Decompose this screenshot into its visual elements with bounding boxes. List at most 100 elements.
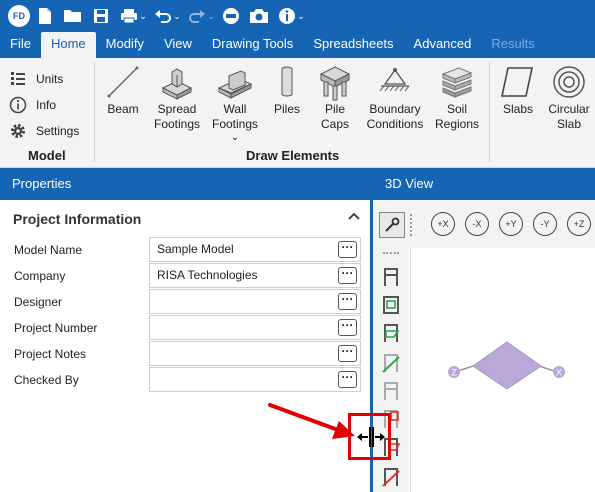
x-axis-label: X <box>556 368 562 378</box>
tab-file[interactable]: File <box>0 32 41 58</box>
annotation-highlight-box <box>348 413 391 460</box>
units-label: Units <box>36 72 64 86</box>
settings-button[interactable]: Settings <box>8 118 79 144</box>
toolbar-grip[interactable] <box>383 252 399 254</box>
spread-footings-label-1: Spread <box>157 102 197 116</box>
circular-slab-label-2: Slab <box>556 117 582 131</box>
quick-access-toolbar: FD ⌄ ⌄ ⌄ ⌄ <box>0 0 595 32</box>
tab-spreadsheets[interactable]: Spreadsheets <box>303 32 403 58</box>
property-row-model-name: Model Name Sample Model ··· <box>0 237 370 263</box>
tab-view[interactable]: View <box>154 32 202 58</box>
rotate-minus-y-button[interactable]: -Y <box>533 212 557 236</box>
checked-by-field[interactable] <box>149 367 361 392</box>
print-dropdown-icon[interactable]: ⌄ <box>138 11 148 22</box>
pile-cap-icon <box>315 62 355 102</box>
ribbon-separator <box>94 62 95 162</box>
red-diagonal-icon[interactable] <box>381 466 401 488</box>
properties-header: Properties <box>0 168 370 200</box>
chevron-up-icon[interactable] <box>346 209 362 225</box>
project-information-title: Project Information <box>13 211 142 227</box>
new-file-icon[interactable] <box>32 5 58 27</box>
tab-advanced[interactable]: Advanced <box>404 32 482 58</box>
info-dropdown-icon[interactable]: ⌄ <box>296 11 306 22</box>
camera-icon[interactable] <box>246 5 272 27</box>
redo-dropdown-icon[interactable]: ⌄ <box>206 11 216 22</box>
toolbar-grip[interactable] <box>410 214 412 236</box>
model-name-field[interactable]: Sample Model <box>149 237 361 262</box>
piles-button[interactable]: Piles <box>266 62 308 117</box>
wall-footings-button[interactable]: Wall Footings ⌄ <box>208 62 262 143</box>
circular-slab-button[interactable]: Circular Slab <box>544 62 594 132</box>
green-slab-frame-icon[interactable] <box>381 322 401 344</box>
draw-elements-group-label: Draw Elements <box>246 148 340 163</box>
info-button[interactable]: Info <box>8 92 79 118</box>
rotate-plus-z-button[interactable]: +Z <box>567 212 591 236</box>
wall-footings-dropdown-icon[interactable]: ⌄ <box>231 133 239 143</box>
green-diagonal-icon[interactable] <box>381 352 401 374</box>
open-folder-icon[interactable] <box>60 5 86 27</box>
piles-label: Piles <box>273 102 300 116</box>
spread-footings-button[interactable]: Spread Footings <box>150 62 204 132</box>
designer-field[interactable] <box>149 289 361 314</box>
property-row-project-number: Project Number ··· <box>0 315 370 341</box>
property-row-checked-by: Checked By ··· <box>0 367 370 393</box>
wall-footings-label-1: Wall <box>223 102 247 116</box>
resize-cursor-icon <box>357 427 385 447</box>
units-icon <box>8 69 28 89</box>
slabs-label: Slabs <box>502 102 534 116</box>
model-group-label: Model <box>28 148 66 163</box>
rotate-plus-x-button[interactable]: +X <box>431 212 455 236</box>
beam-label: Beam <box>107 102 139 116</box>
ribbon-tabs: File Home Modify View Drawing Tools Spre… <box>0 32 595 58</box>
property-row-designer: Designer ··· <box>0 289 370 315</box>
app-logo[interactable]: FD <box>8 5 30 27</box>
soil-region-icon <box>437 62 477 102</box>
units-button[interactable]: Units <box>8 66 79 92</box>
ellipsis-button[interactable]: ··· <box>338 267 357 284</box>
ellipsis-button[interactable]: ··· <box>338 371 357 388</box>
project-notes-field[interactable] <box>149 341 361 366</box>
wrench-icon[interactable] <box>379 212 405 238</box>
soil-regions-button[interactable]: Soil Regions <box>432 62 482 132</box>
property-label: Model Name <box>14 243 83 257</box>
3d-view-canvas[interactable]: Z X <box>410 248 595 492</box>
info-circle-icon <box>8 95 28 115</box>
green-frame-icon[interactable] <box>381 294 401 316</box>
ellipsis-button[interactable]: ··· <box>338 319 357 336</box>
slab-shape <box>472 341 542 390</box>
undo-dropdown-icon[interactable]: ⌄ <box>172 11 182 22</box>
frame-display-icon[interactable] <box>381 266 401 288</box>
ellipsis-button[interactable]: ··· <box>338 293 357 310</box>
minus-circle-icon[interactable] <box>218 5 244 27</box>
boundary-conditions-label-2: Conditions <box>366 117 424 131</box>
wall-footings-label-2: Footings <box>211 117 259 131</box>
tab-modify[interactable]: Modify <box>96 32 154 58</box>
rotate-plus-y-button[interactable]: +Y <box>499 212 523 236</box>
tab-drawing-tools[interactable]: Drawing Tools <box>202 32 303 58</box>
company-field[interactable]: RISA Technologies <box>149 263 361 288</box>
ellipsis-button[interactable]: ··· <box>338 345 357 362</box>
save-icon[interactable] <box>88 5 114 27</box>
spread-footing-icon <box>157 62 197 102</box>
gear-icon <box>8 121 28 141</box>
property-row-company: Company RISA Technologies ··· <box>0 263 370 289</box>
slabs-button[interactable]: Slabs <box>496 62 540 117</box>
beam-button[interactable]: Beam <box>102 62 144 117</box>
project-number-field[interactable] <box>149 315 361 340</box>
pile-caps-button[interactable]: Pile Caps <box>312 62 358 132</box>
grey-frame-icon[interactable] <box>381 380 401 402</box>
tab-home[interactable]: Home <box>40 32 96 58</box>
pile-caps-label-1: Pile <box>324 102 345 116</box>
property-label: Project Notes <box>14 347 87 361</box>
rotate-minus-x-button[interactable]: -X <box>465 212 489 236</box>
property-label: Project Number <box>14 321 98 335</box>
tab-results: Results <box>491 36 535 51</box>
boundary-conditions-button[interactable]: Boundary Conditions <box>364 62 426 132</box>
model-group: Units Info Settings <box>8 66 79 144</box>
property-row-project-notes: Project Notes ··· <box>0 341 370 367</box>
soil-regions-label-2: Regions <box>434 117 480 131</box>
3d-view-header: 3D View <box>373 168 595 200</box>
model-drawing: Z X <box>448 341 565 390</box>
property-label: Checked By <box>14 373 79 387</box>
ellipsis-button[interactable]: ··· <box>338 241 357 258</box>
